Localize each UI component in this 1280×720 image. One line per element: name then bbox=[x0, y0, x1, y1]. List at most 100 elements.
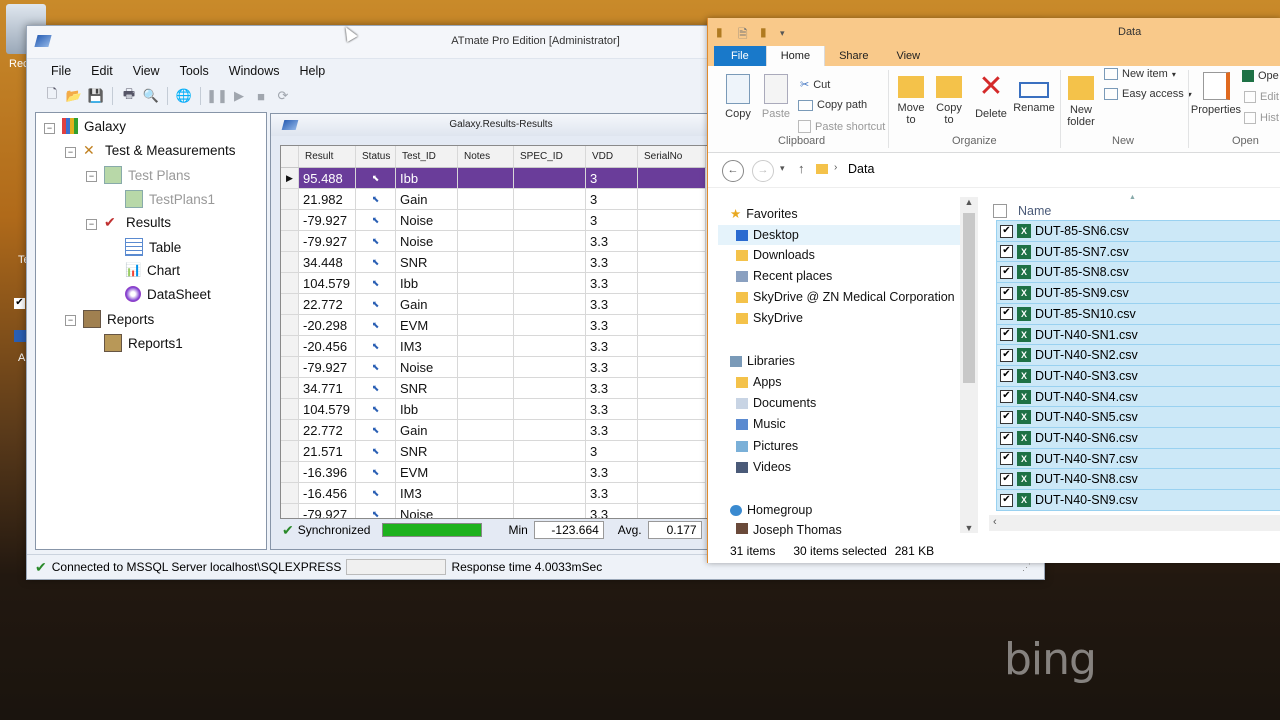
collapse-icon[interactable]: − bbox=[86, 171, 97, 182]
file-checkbox[interactable]: ✔ bbox=[1000, 286, 1013, 300]
paste-button[interactable]: Paste bbox=[760, 74, 792, 120]
table-row[interactable]: -20.298 ⬉ EVM 3.3 bbox=[281, 314, 706, 336]
copy-path-button[interactable]: Copy path bbox=[798, 99, 867, 111]
test-id-cell[interactable]: Ibb bbox=[395, 398, 458, 420]
spec-id-cell[interactable] bbox=[513, 188, 586, 210]
notes-cell[interactable] bbox=[457, 482, 514, 504]
result-cell[interactable]: -16.396 bbox=[298, 461, 356, 483]
nav-user[interactable]: Joseph Thomas bbox=[736, 523, 842, 537]
nav-desktop[interactable]: Desktop bbox=[718, 225, 976, 245]
status-icon[interactable]: ⬉ bbox=[355, 251, 396, 273]
open-folder-icon[interactable]: 📂 bbox=[65, 88, 83, 104]
result-cell[interactable]: 22.772 bbox=[298, 293, 356, 315]
result-cell[interactable]: -20.456 bbox=[298, 335, 356, 357]
easy-access-button[interactable]: Easy access ▾ bbox=[1104, 88, 1192, 100]
vdd-cell[interactable]: 3 bbox=[585, 209, 638, 231]
result-cell[interactable]: -79.927 bbox=[298, 209, 356, 231]
result-cell[interactable]: -16.456 bbox=[298, 482, 356, 504]
notes-cell[interactable] bbox=[457, 356, 514, 378]
table-row[interactable]: 22.772 ⬉ Gain 3.3 bbox=[281, 293, 706, 315]
tree-node-testplans1[interactable]: TestPlans1 bbox=[125, 190, 215, 208]
spec-id-cell[interactable] bbox=[513, 377, 586, 399]
tree-node-test-plans[interactable]: Test Plans bbox=[104, 166, 190, 184]
status-icon[interactable]: ⬉ bbox=[355, 377, 396, 399]
test-id-cell[interactable]: EVM bbox=[395, 314, 458, 336]
serialno-cell[interactable] bbox=[637, 440, 706, 462]
nav-documents[interactable]: Documents bbox=[736, 396, 816, 410]
test-id-cell[interactable]: Gain bbox=[395, 419, 458, 441]
file-row[interactable]: ✔ X DUT-N40-SN7.csv bbox=[996, 447, 1280, 470]
paste-shortcut-button[interactable]: Paste shortcut bbox=[798, 120, 885, 133]
nav-favorites[interactable]: ★ Favorites bbox=[730, 206, 798, 222]
status-icon[interactable]: ⬉ bbox=[355, 461, 396, 483]
spec-id-cell[interactable] bbox=[513, 419, 586, 441]
scrollbar-thumb[interactable] bbox=[963, 213, 975, 383]
test-id-cell[interactable]: Noise bbox=[395, 356, 458, 378]
column-header[interactable]: Notes bbox=[457, 146, 514, 168]
table-row[interactable]: -79.927 ⬉ Noise 3 bbox=[281, 209, 706, 231]
table-row[interactable]: 34.448 ⬉ SNR 3.3 bbox=[281, 251, 706, 273]
notes-cell[interactable] bbox=[457, 398, 514, 420]
result-cell[interactable]: -79.927 bbox=[298, 503, 356, 518]
refresh-icon[interactable]: ⟳ bbox=[274, 88, 292, 104]
table-row[interactable]: -79.927 ⬉ Noise 3.3 bbox=[281, 503, 706, 518]
scroll-up-icon[interactable]: ▲ bbox=[960, 197, 978, 207]
table-row[interactable]: -79.927 ⬉ Noise 3.3 bbox=[281, 230, 706, 252]
spec-id-cell[interactable] bbox=[513, 503, 586, 518]
row-indicator[interactable] bbox=[281, 482, 299, 504]
copy-to-button[interactable]: Copy to bbox=[932, 72, 966, 126]
table-row[interactable]: -16.396 ⬉ EVM 3.3 bbox=[281, 461, 706, 483]
tree-node-results[interactable]: ✔ Results bbox=[104, 214, 171, 230]
result-cell[interactable]: -20.298 bbox=[298, 314, 356, 336]
test-id-cell[interactable]: Noise bbox=[395, 230, 458, 252]
row-indicator[interactable] bbox=[281, 440, 299, 462]
file-checkbox[interactable]: ✔ bbox=[1000, 452, 1013, 466]
scroll-down-icon[interactable]: ▼ bbox=[960, 523, 978, 533]
file-checkbox[interactable]: ✔ bbox=[1000, 328, 1013, 341]
notes-cell[interactable] bbox=[457, 188, 514, 210]
vdd-cell[interactable]: 3.3 bbox=[585, 482, 638, 504]
file-row[interactable]: ✔ X DUT-N40-SN8.csv bbox=[996, 468, 1280, 491]
new-document-icon[interactable]: 🗋 bbox=[43, 86, 61, 104]
menu-windows[interactable]: Windows bbox=[219, 64, 290, 78]
result-cell[interactable]: -79.927 bbox=[298, 356, 356, 378]
notes-cell[interactable] bbox=[457, 272, 514, 294]
nav-recent-places[interactable]: Recent places bbox=[736, 269, 832, 283]
move-to-button[interactable]: Move to bbox=[894, 72, 928, 126]
test-id-cell[interactable]: Ibb bbox=[395, 272, 458, 294]
stop-icon[interactable]: ■ bbox=[252, 88, 270, 104]
table-row[interactable]: -20.456 ⬉ IM3 3.3 bbox=[281, 335, 706, 357]
table-row[interactable]: 21.982 ⬉ Gain 3 bbox=[281, 188, 706, 210]
serialno-cell[interactable] bbox=[637, 461, 706, 483]
results-titlebar[interactable]: Galaxy.Results-Results bbox=[271, 114, 731, 136]
collapse-icon[interactable]: − bbox=[86, 219, 97, 230]
file-row[interactable]: ✔ X DUT-N40-SN4.csv bbox=[996, 385, 1280, 408]
row-indicator[interactable] bbox=[281, 461, 299, 483]
menu-help[interactable]: Help bbox=[289, 64, 335, 78]
back-button[interactable]: ← bbox=[722, 160, 744, 182]
vdd-cell[interactable]: 3 bbox=[585, 440, 638, 462]
file-row[interactable]: ✔ X DUT-N40-SN6.csv bbox=[996, 427, 1280, 449]
file-row[interactable]: ✔ X DUT-N40-SN3.csv bbox=[996, 364, 1280, 387]
file-row[interactable]: ✔ X DUT-N40-SN9.csv bbox=[996, 489, 1280, 512]
nav-music[interactable]: Music bbox=[736, 417, 786, 431]
test-id-cell[interactable]: Noise bbox=[395, 209, 458, 231]
status-icon[interactable]: ⬉ bbox=[355, 314, 396, 336]
file-row[interactable]: ✔ X DUT-N40-SN1.csv bbox=[996, 323, 1280, 346]
file-row[interactable]: ✔ X DUT-85-SN9.csv bbox=[996, 282, 1280, 305]
column-header[interactable]: Result bbox=[298, 146, 356, 168]
row-indicator[interactable] bbox=[281, 230, 299, 252]
status-icon[interactable]: ⬉ bbox=[355, 503, 396, 518]
test-id-cell[interactable]: IM3 bbox=[395, 335, 458, 357]
column-header[interactable]: SPEC_ID bbox=[513, 146, 586, 168]
notes-cell[interactable] bbox=[457, 419, 514, 441]
spec-id-cell[interactable] bbox=[513, 272, 586, 294]
status-icon[interactable]: ⬉ bbox=[355, 419, 396, 441]
vdd-cell[interactable]: 3.3 bbox=[585, 419, 638, 441]
cut-button[interactable]: ✂ Cut bbox=[800, 78, 830, 92]
file-row[interactable]: ✔ X DUT-85-SN8.csv bbox=[996, 261, 1280, 284]
file-row[interactable]: ✔ X DUT-85-SN7.csv bbox=[996, 240, 1280, 263]
file-checkbox[interactable]: ✔ bbox=[1000, 410, 1013, 424]
status-icon[interactable]: ⬉ bbox=[355, 188, 396, 210]
globe-icon[interactable]: 🌐 bbox=[175, 88, 193, 104]
